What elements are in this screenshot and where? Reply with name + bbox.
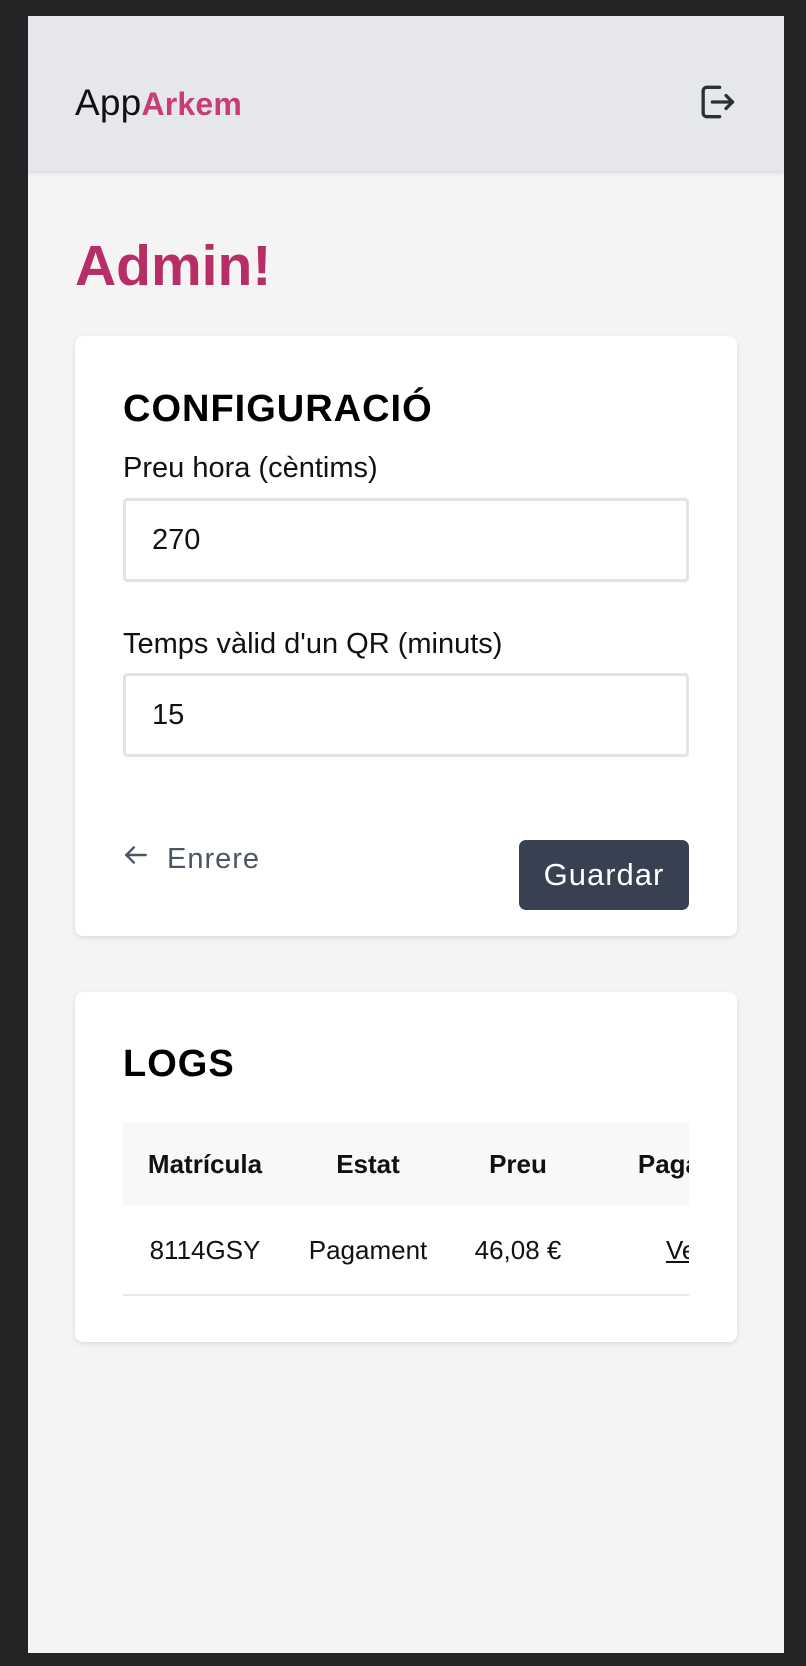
column-header-payment: Pagament: [587, 1122, 689, 1206]
back-label: Enrere: [167, 842, 261, 875]
qr-time-input[interactable]: [123, 673, 689, 757]
column-header-plate: Matrícula: [123, 1122, 287, 1206]
config-card: CONFIGURACIÓ Preu hora (cèntims) Temps v…: [75, 336, 737, 936]
app-viewport: AppArkem Admin! CONFIGURACIÓ Preu hora (…: [28, 16, 784, 1653]
back-button[interactable]: Enrere: [123, 842, 260, 876]
cell-payment: Veure: [587, 1206, 689, 1296]
logs-table-scroll[interactable]: Matrícula Estat Preu Pagament 8114GSY Pa…: [123, 1122, 689, 1302]
logs-table: Matrícula Estat Preu Pagament 8114GSY Pa…: [123, 1122, 689, 1296]
logs-heading: LOGS: [123, 1043, 235, 1085]
cell-price: 46,08 €: [449, 1206, 587, 1296]
brand-name: Arkem: [141, 86, 243, 122]
price-label: Preu hora (cèntims): [123, 452, 378, 484]
column-header-status: Estat: [287, 1122, 449, 1206]
column-header-price: Preu: [449, 1122, 587, 1206]
navbar: AppArkem: [28, 16, 784, 171]
cell-plate: 8114GSY: [123, 1206, 287, 1296]
table-header-row: Matrícula Estat Preu Pagament: [123, 1122, 689, 1206]
arrow-left-icon: [123, 842, 149, 876]
save-button[interactable]: Guardar: [519, 840, 689, 910]
logs-card: LOGS Matrícula Estat Preu Pagament: [75, 992, 737, 1342]
page-title: Admin!: [75, 234, 272, 298]
brand-prefix: App: [75, 82, 142, 123]
config-heading: CONFIGURACIÓ: [123, 388, 433, 430]
cell-status: Pagament: [287, 1206, 449, 1296]
brand-logo[interactable]: AppArkem: [75, 84, 242, 121]
qr-time-label: Temps vàlid d'un QR (minuts): [123, 628, 503, 660]
view-payment-link[interactable]: Veure: [666, 1235, 689, 1265]
price-input[interactable]: [123, 498, 689, 582]
logout-icon[interactable]: [694, 80, 738, 124]
table-row: 8114GSY Pagament 46,08 € Veure: [123, 1206, 689, 1296]
